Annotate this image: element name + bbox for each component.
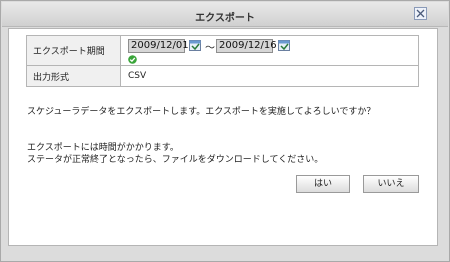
- format-value: CSV: [120, 65, 419, 87]
- check-circle-icon: [128, 55, 137, 64]
- dialog-title: エクスポート: [195, 13, 255, 24]
- export-form-table: エクスポート期間 2009/12/01 ～ 2009/12/16 出力形式 CS…: [26, 35, 419, 87]
- calendar-icon[interactable]: [278, 40, 290, 51]
- close-icon: [416, 9, 425, 18]
- period-fields: 2009/12/01 ～ 2009/12/16: [128, 36, 418, 65]
- period-label: エクスポート期間: [26, 35, 121, 66]
- format-row: 出力形式 CSV: [26, 65, 419, 87]
- date-from-input[interactable]: 2009/12/01: [128, 39, 189, 53]
- date-to-input[interactable]: 2009/12/16: [216, 39, 277, 53]
- date-separator: ～: [205, 43, 215, 54]
- format-label: 出力形式: [26, 65, 121, 87]
- export-dialog: エクスポート エクスポート期間 2009/12/01 ～ 2009/12/16 …: [0, 0, 450, 262]
- dialog-titlebar: エクスポート: [2, 2, 448, 27]
- calendar-icon[interactable]: [189, 40, 201, 51]
- confirm-message: スケジューラデータをエクスポートします。エクスポートを実施してよろしいですか？: [27, 107, 376, 117]
- yes-button[interactable]: はい: [296, 175, 350, 193]
- no-button[interactable]: いいえ: [363, 175, 419, 193]
- close-button[interactable]: [414, 7, 427, 20]
- dialog-content: エクスポート期間 2009/12/01 ～ 2009/12/16 出力形式 CS…: [8, 28, 438, 246]
- period-row: エクスポート期間 2009/12/01 ～ 2009/12/16: [26, 35, 419, 66]
- note-line-2: ステータが正常終了となったら、ファイルをダウンロードしてください。: [27, 155, 324, 165]
